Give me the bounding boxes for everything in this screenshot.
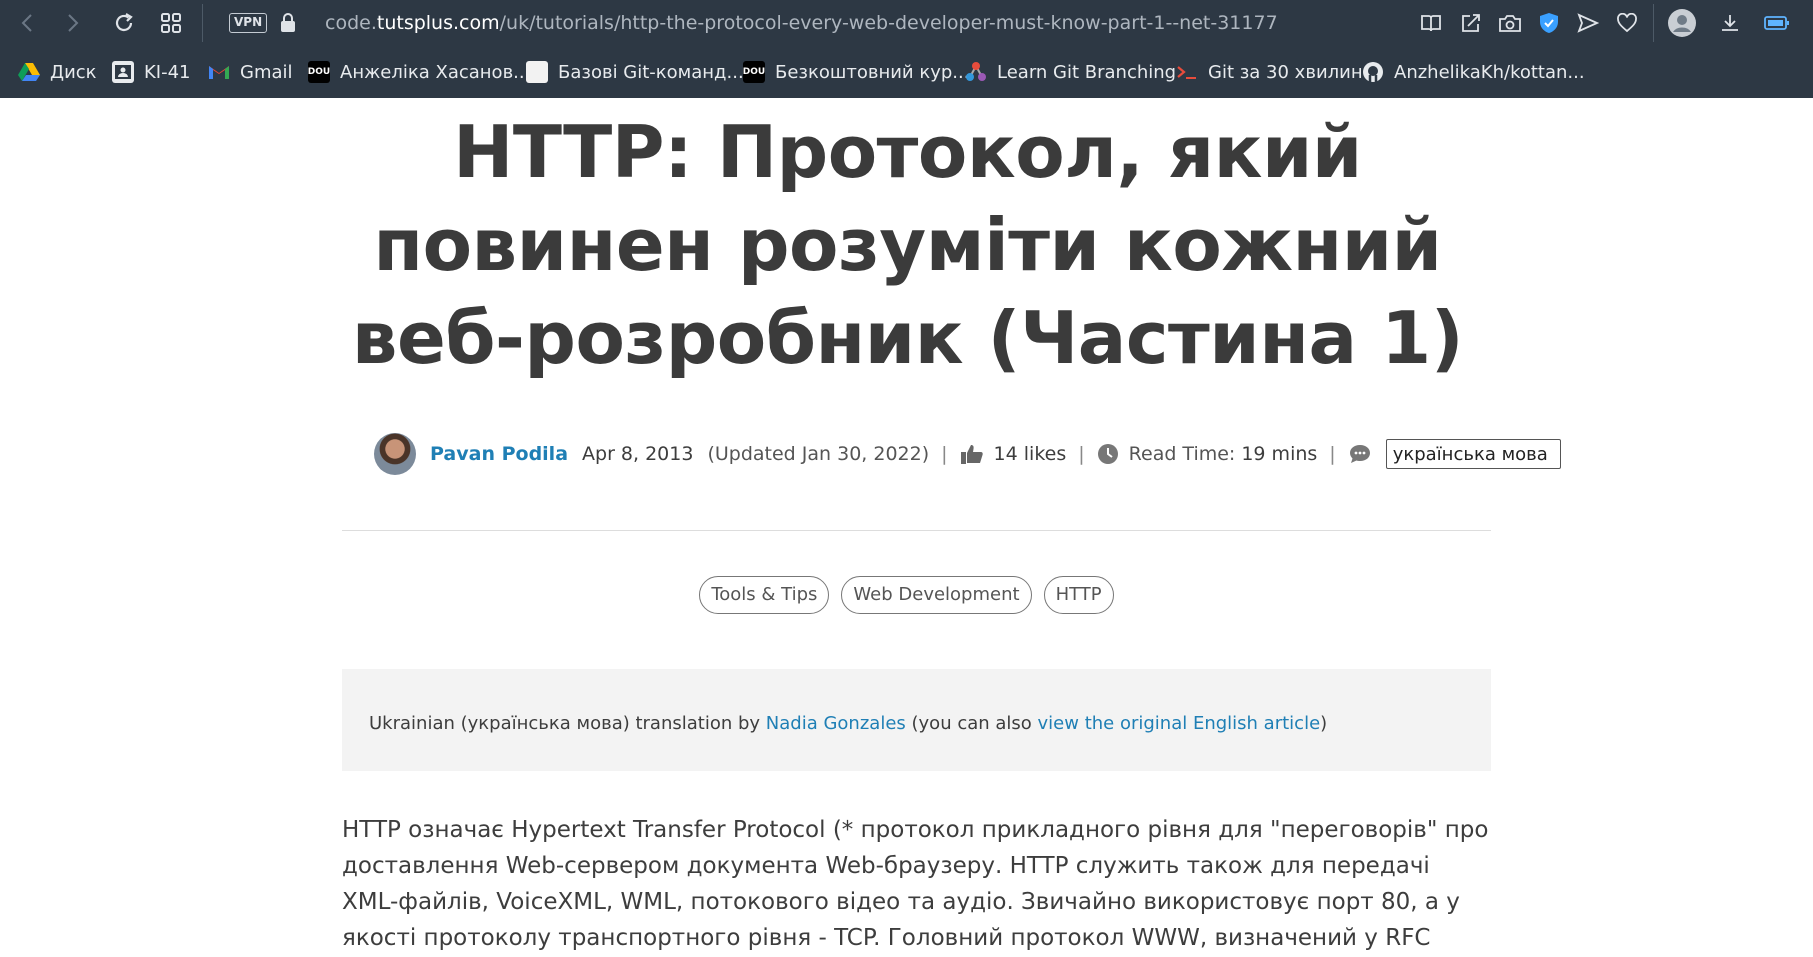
bookmark-label: Безкоштовний кур...	[775, 61, 970, 83]
translation-note-suffix: )	[1320, 713, 1328, 734]
bookmark-label: KI-41	[144, 61, 191, 83]
avatar-icon	[1668, 9, 1696, 37]
updated-date: (Updated Jan 30, 2022)	[707, 443, 930, 465]
article-page: HTTP: Протокол, який повинен розуміти ко…	[0, 98, 1813, 957]
share-icon	[1462, 14, 1480, 32]
bookmark-label: Базові Git-команд...	[558, 61, 744, 83]
bookmarks-bar: Диск KI-41 Gmail DOU Анжеліка Хасанов...…	[0, 52, 1813, 92]
bookmark-label: Диск	[50, 61, 97, 83]
book-icon	[1421, 15, 1441, 32]
bookmark-label: Git за 30 хвилин	[1208, 61, 1363, 83]
git-branching-icon	[965, 61, 987, 83]
toolbar-separator	[202, 4, 203, 42]
read-time-value: 19 mins	[1241, 443, 1318, 465]
comment-icon	[1349, 445, 1370, 463]
dou-icon: DOU	[743, 61, 765, 83]
toolbar-separator	[1653, 4, 1654, 42]
download-icon	[1722, 15, 1738, 31]
translation-note-middle: (you can also	[905, 713, 1038, 734]
downloads-button[interactable]	[1714, 8, 1746, 38]
article-title: HTTP: Протокол, який повинен розуміти ко…	[351, 110, 1464, 380]
snapshot-button[interactable]	[1494, 8, 1526, 38]
divider	[342, 530, 1491, 531]
reload-icon	[115, 13, 133, 32]
likes-count: 14 likes	[993, 443, 1067, 465]
language-select-value: українська мова	[1392, 443, 1548, 465]
bookmark-gmail[interactable]: Gmail	[208, 58, 293, 86]
clock-icon	[1097, 444, 1118, 464]
thumbs-up-icon[interactable]	[960, 443, 984, 465]
tag-http[interactable]: HTTP	[1043, 576, 1114, 614]
arrow-right-icon	[68, 14, 79, 32]
meta-separator: |	[941, 443, 948, 465]
bookmark-git-30-min[interactable]: Git за 30 хвилин	[1176, 58, 1363, 86]
profile-button[interactable]	[1666, 8, 1698, 38]
battery-icon	[1764, 16, 1789, 30]
tag-web-development[interactable]: Web Development	[841, 576, 1032, 614]
vpn-button[interactable]: VPN	[229, 13, 268, 33]
arrow-left-icon	[21, 14, 32, 32]
browser-chrome: VPN code.tutsplus.com/uk/tutorials/http-…	[0, 0, 1813, 98]
url-domain: tutsplus.com	[376, 12, 500, 34]
back-button[interactable]	[11, 8, 43, 38]
url-prefix: code.	[325, 12, 377, 34]
terminal-icon	[1176, 61, 1198, 83]
github-icon	[1362, 61, 1384, 83]
shield-check-icon	[1540, 13, 1558, 33]
adblock-button[interactable]	[1533, 8, 1565, 38]
article-meta: Pavan Podila Apr 8, 2013 (Updated Jan 30…	[374, 432, 1561, 476]
grid-icon	[161, 13, 181, 33]
address-bar[interactable]: code.tutsplus.com/uk/tutorials/http-the-…	[325, 10, 1278, 36]
bookmark-label: Анжеліка Хасанов...	[340, 61, 531, 83]
bookmark-github[interactable]: AnzhelikaKh/kottan...	[1362, 58, 1585, 86]
translator-link[interactable]: Nadia Gonzales	[766, 713, 906, 734]
send-button[interactable]	[1572, 8, 1604, 38]
share-button[interactable]	[1455, 8, 1487, 38]
send-icon	[1577, 13, 1599, 33]
author-link[interactable]: Pavan Podila	[430, 443, 568, 465]
bookmark-learn-git-branching[interactable]: Learn Git Branching	[965, 58, 1176, 86]
lock-icon-button[interactable]	[272, 8, 304, 38]
meta-separator: |	[1078, 443, 1085, 465]
bookmark-dou-2[interactable]: DOU Безкоштовний кур...	[743, 58, 969, 86]
translation-note: Ukrainian (українська мова) translation …	[342, 669, 1491, 771]
browser-toolbar: VPN code.tutsplus.com/uk/tutorials/http-…	[0, 0, 1813, 46]
url-path: /uk/tutorials/http-the-protocol-every-we…	[499, 12, 1278, 34]
bookmark-git-commands[interactable]: Базові Git-команд...	[526, 58, 744, 86]
reload-button[interactable]	[108, 8, 140, 38]
camera-icon	[1499, 15, 1521, 32]
author-avatar[interactable]	[374, 433, 416, 475]
publish-date: Apr 8, 2013	[582, 443, 694, 465]
classroom-icon	[112, 61, 134, 83]
page-icon	[526, 61, 548, 83]
forward-button[interactable]	[57, 8, 89, 38]
meta-separator: |	[1329, 443, 1336, 465]
bookmark-label: Learn Git Branching	[997, 61, 1177, 83]
read-time-label: Read Time:	[1128, 443, 1236, 465]
translation-note-prefix: Ukrainian (українська мова) translation …	[369, 713, 766, 734]
google-drive-icon	[18, 61, 40, 83]
bookmark-disk[interactable]: Диск	[18, 58, 97, 86]
article-body-paragraph: HTTP означає Hypertext Transfer Protocol…	[342, 817, 1489, 951]
dou-icon: DOU	[308, 61, 330, 83]
lock-icon	[281, 13, 295, 32]
bookmark-label: AnzhelikaKh/kottan...	[1394, 61, 1585, 83]
battery-saver-button[interactable]	[1761, 8, 1793, 38]
reader-mode-button[interactable]	[1415, 8, 1447, 38]
tabs-grid-button[interactable]	[155, 8, 187, 38]
bookmark-label: Gmail	[240, 61, 293, 83]
heart-icon	[1617, 13, 1637, 33]
tag-list: Tools & Tips Web Development HTTP	[0, 576, 1813, 614]
gmail-icon	[208, 61, 230, 83]
original-article-link[interactable]: view the original English article	[1038, 713, 1321, 734]
tag-tools-tips[interactable]: Tools & Tips	[699, 576, 830, 614]
bookmark-ki41[interactable]: KI-41	[112, 58, 191, 86]
bookmark-dou-1[interactable]: DOU Анжеліка Хасанов...	[308, 58, 530, 86]
favorites-button[interactable]	[1611, 8, 1643, 38]
language-select[interactable]: українська мова	[1385, 439, 1561, 469]
